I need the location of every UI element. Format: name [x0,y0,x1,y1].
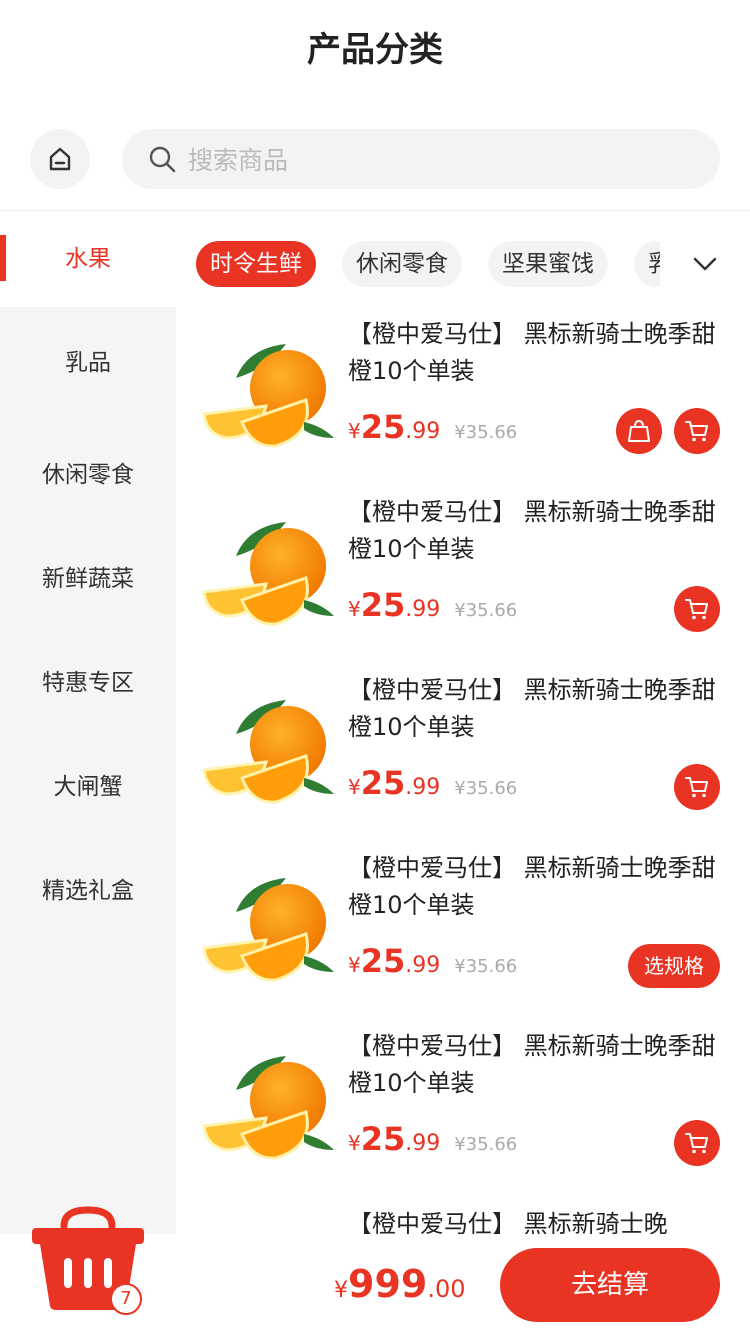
sidebar-item-crab[interactable]: 大闸蟹 [0,767,176,801]
total-decimal: .00 [427,1275,466,1303]
product-card[interactable]: 【橙中爱马仕】 黑标新骑士晚季甜橙10个单装 ¥25.99 ¥35.66 选规格 [196,850,736,1000]
tab-seasonal-fresh[interactable]: 时令生鲜 [196,241,316,287]
product-price: ¥25.99 ¥35.66 [348,942,517,980]
product-image [202,520,336,626]
cart-icon [685,1133,708,1154]
sidebar-item-snacks[interactable]: 休闲零食 [0,455,176,489]
product-price: ¥25.99 ¥35.66 [348,408,517,446]
product-card[interactable]: 【橙中爱马仕】 黑标新骑士晚季甜橙10个单装 ¥25.99 ¥35.66 [196,672,736,822]
product-name: 【橙中爱马仕】 黑标新骑士晚季甜橙10个单装 [348,676,716,741]
add-to-cart-button[interactable] [674,764,720,810]
sidebar-item-fruit[interactable]: 水果 [0,211,176,307]
currency-symbol: ¥ [348,597,361,621]
product-card[interactable]: 【橙中爱马仕】 黑标新骑士晚季甜橙10个单装 ¥25.99 ¥35.66 [196,1028,736,1178]
price-decimal: .99 [405,419,441,444]
sidebar-item-vegetables[interactable]: 新鲜蔬菜 [0,559,176,593]
price-integer: 25 [360,1120,406,1158]
page-title: 产品分类 [307,30,443,70]
currency-symbol: ¥ [348,775,361,799]
price-decimal: .99 [405,953,441,978]
home-icon [49,147,71,171]
price-integer: 25 [360,942,406,980]
product-image [202,876,336,982]
product-card[interactable]: 【橙中爱马仕】 黑标新骑士晚季甜橙10个单装 ¥25.99 ¥35.66 [196,494,736,644]
price-integer: 25 [360,408,406,446]
home-button[interactable] [30,129,90,189]
add-to-cart-button[interactable] [674,408,720,454]
search-icon [149,146,176,173]
total-integer: 999 [348,1262,428,1306]
expand-tabs-button[interactable] [660,241,750,287]
shopping-bag-icon [628,419,650,442]
currency-symbol: ¥ [348,1131,361,1155]
product-price: ¥25.99 ¥35.66 [348,586,517,624]
sidebar-item-specials[interactable]: 特惠专区 [0,663,176,697]
search-row: 搜索商品 [30,128,720,190]
price-decimal: .99 [405,775,441,800]
add-to-cart-button[interactable] [674,1120,720,1166]
cart-icon [685,599,708,620]
price-decimal: .99 [405,1131,441,1156]
chevron-down-icon [693,257,717,271]
add-to-cart-button[interactable] [674,586,720,632]
sidebar-item-gift-box[interactable]: 精选礼盒 [0,871,176,905]
product-name: 【橙中爱马仕】 黑标新骑士晚季甜橙10个单装 [348,854,716,919]
search-placeholder: 搜索商品 [188,146,289,175]
cart-total: ¥999.00 [334,1262,466,1306]
sidebar-item-dairy[interactable]: 乳品 [0,343,176,377]
currency-symbol: ¥ [348,953,361,977]
product-name: 【橙中爱马仕】 黑标新骑士晚季甜橙10个单装 [348,320,716,385]
cart-count-badge: 7 [110,1283,142,1315]
product-image [202,342,336,448]
product-image [202,698,336,804]
currency-symbol: ¥ [334,1278,348,1303]
tab-snacks[interactable]: 休闲零食 [342,241,462,287]
product-name: 【橙中爱马仕】 黑标新骑士晚季甜橙10个单装 [348,1032,716,1097]
search-input[interactable]: 搜索商品 [122,129,720,189]
buy-now-button[interactable] [616,408,662,454]
product-name: 【橙中爱马仕】 黑标新骑士晚季甜橙10个单装 [348,498,716,563]
tab-nuts[interactable]: 坚果蜜饯 [488,241,608,287]
category-sidebar: 水果 乳品 休闲零食 新鲜蔬菜 特惠专区 大闸蟹 精选礼盒 [0,211,176,1334]
product-image [202,1054,336,1160]
product-price: ¥25.99 ¥35.66 [348,764,517,802]
original-price: ¥35.66 [454,956,518,977]
original-price: ¥35.66 [454,600,518,621]
original-price: ¥35.66 [454,422,518,443]
currency-symbol: ¥ [348,419,361,443]
original-price: ¥35.66 [454,1134,518,1155]
price-integer: 25 [360,586,406,624]
checkout-button[interactable]: 去结算 [500,1248,720,1322]
price-decimal: .99 [405,597,441,622]
cart-icon [685,421,708,442]
price-integer: 25 [360,764,406,802]
original-price: ¥35.66 [454,778,518,799]
product-price: ¥25.99 ¥35.66 [348,1120,517,1158]
product-card[interactable]: 【橙中爱马仕】 黑标新骑士晚季甜橙10个单装 ¥25.99 ¥35.66 [196,316,736,466]
select-spec-button[interactable]: 选规格 [628,944,720,988]
cart-icon [685,777,708,798]
